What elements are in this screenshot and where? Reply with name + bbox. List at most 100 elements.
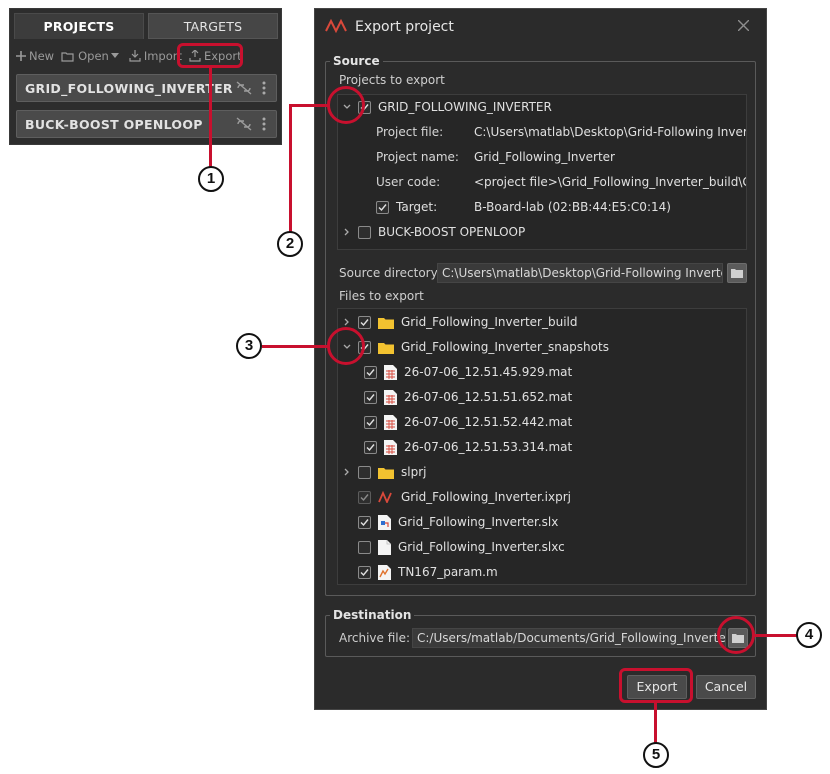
user-code-label: User code: [376,175,441,189]
folder-icon [731,269,743,278]
file-checkbox[interactable] [358,315,371,329]
unlink-icon[interactable] [235,117,253,131]
file-name: Grid_Following_Inverter.slxc [398,540,565,554]
project-item-label: BUCK-BOOST OPENLOOP [25,117,203,132]
file-name: slprj [401,465,427,479]
file-checkbox[interactable] [358,465,371,479]
file-row[interactable]: Grid_Following_Inverter_snapshots [342,337,609,357]
target-checkbox[interactable] [376,200,389,214]
project-file-value: C:\Users\matlab\Desktop\Grid-Following I… [474,125,746,139]
project-name-label: Project name: [376,150,459,164]
unlink-icon[interactable] [235,81,253,95]
connector-line [289,104,328,107]
dialog-titlebar: Export project [315,9,766,45]
dialog-title: Export project [355,19,454,35]
source-directory-label: Source directory [339,266,438,280]
file-row[interactable]: Grid_Following_Inverter.ixprj [358,487,571,507]
projects-tree: GRID_FOLLOWING_INVERTER Project file: C:… [337,94,747,250]
import-button[interactable]: Import [129,49,182,63]
more-vertical-icon[interactable] [262,117,266,131]
chevron-right-icon[interactable] [342,317,352,327]
imperix-logo-icon [325,19,347,33]
tab-projects[interactable]: PROJECTS [14,13,144,39]
file-checkbox[interactable] [358,540,371,554]
file-checkbox[interactable] [358,565,371,579]
projects-panel: PROJECTS TARGETS New Open Import Export … [9,8,282,145]
source-group: Source Projects to export GRID_FOLLOWING… [325,54,756,596]
file-name: Grid_Following_Inverter_build [401,315,578,329]
project-item-buck-boost[interactable]: BUCK-BOOST OPENLOOP [16,110,277,138]
callout-1: 1 [198,166,224,192]
checkmark-icon [360,318,369,326]
tab-targets[interactable]: TARGETS [148,13,278,39]
files-to-export-label: Files to export [339,289,424,303]
new-button[interactable]: New [16,49,54,63]
folder-open-icon [61,51,74,62]
project-name-value: Grid_Following_Inverter [474,150,615,164]
highlight-archive-browse [717,616,755,654]
file-row[interactable]: TN167_param.m [358,562,498,582]
export-project-dialog: Export project Source Projects to export… [314,8,767,710]
highlight-export-confirm [619,668,693,703]
open-button[interactable]: Open [61,49,122,63]
cancel-button[interactable]: Cancel [696,675,756,699]
target-label: Target: [396,200,438,214]
file-name: Grid_Following_Inverter.ixprj [401,490,571,504]
target-value-row: B-Board-lab (02:BB:44:E5:C0:14) [474,197,671,217]
file-row[interactable]: Grid_Following_Inverter.slxc [358,537,565,557]
file-row[interactable]: 26-07-06_12.51.52.442.mat [364,412,572,432]
file-name: TN167_param.m [398,565,498,579]
project-file-label: Project file: [376,125,444,139]
source-browse-button[interactable] [727,263,747,283]
highlight-export-button [177,43,243,68]
file-row[interactable]: Grid_Following_Inverter.slx [358,512,558,532]
close-icon[interactable] [738,20,749,31]
file-row[interactable]: slprj [342,462,426,482]
files-tree: Grid_Following_Inverter_build Grid_Follo… [337,308,747,585]
file-row[interactable]: 26-07-06_12.51.51.652.mat [364,387,572,407]
file-name: 26-07-06_12.51.53.314.mat [404,440,573,454]
projects-to-export-label: Projects to export [339,73,445,87]
file-checkbox[interactable] [364,365,377,379]
file-row[interactable]: 26-07-06_12.51.53.314.mat [364,437,572,457]
file-checkbox[interactable] [364,390,377,404]
destination-group-title: Destination [330,608,415,622]
project-item-grid-following[interactable]: GRID_FOLLOWING_INVERTER [16,74,277,102]
imperix-project-icon [378,491,392,503]
user-code-value: <project file>\Grid_Following_Inverter_b… [474,175,746,189]
file-name: 26-07-06_12.51.45.929.mat [404,365,573,379]
file-name: 26-07-06_12.51.51.652.mat [404,390,573,404]
file-checkbox[interactable] [358,515,371,529]
folder-icon [378,317,394,329]
file-checkbox[interactable] [364,415,377,429]
checkmark-icon [366,443,375,451]
chevron-right-icon[interactable] [342,467,352,477]
file-checkbox[interactable] [364,440,377,454]
file-row[interactable]: Grid_Following_Inverter_build [342,312,577,332]
file-name: 26-07-06_12.51.52.442.mat [404,415,573,429]
tree-row-project-1[interactable]: GRID_FOLLOWING_INVERTER [342,97,552,117]
checkmark-icon [360,493,369,501]
project-checkbox[interactable] [358,225,371,239]
connector-line [289,104,292,232]
detail-target[interactable]: Target: [376,197,437,217]
dropdown-arrow-icon [110,53,119,58]
callout-3: 3 [236,333,262,359]
connector-line [754,634,798,637]
checkmark-icon [360,518,369,526]
archive-file-field[interactable]: C:/Users/matlab/Documents/Grid_Following… [412,628,726,648]
highlight-snapshot-checkbox [327,327,365,365]
checkmark-icon [366,368,375,376]
simulink-file-icon [378,514,391,530]
tree-row-project-2[interactable]: BUCK-BOOST OPENLOOP [342,222,525,242]
mat-file-icon [384,414,397,430]
checkmark-icon [366,393,375,401]
file-checkbox[interactable] [358,490,371,504]
more-vertical-icon[interactable] [262,81,266,95]
file-row[interactable]: 26-07-06_12.51.45.929.mat [364,362,572,382]
checkmark-icon [360,568,369,576]
matlab-script-icon [378,564,391,580]
source-directory-field[interactable]: C:\Users\matlab\Desktop\Grid-Following I… [437,263,723,283]
chevron-right-icon[interactable] [342,227,352,237]
highlight-project-checkbox [327,86,365,124]
